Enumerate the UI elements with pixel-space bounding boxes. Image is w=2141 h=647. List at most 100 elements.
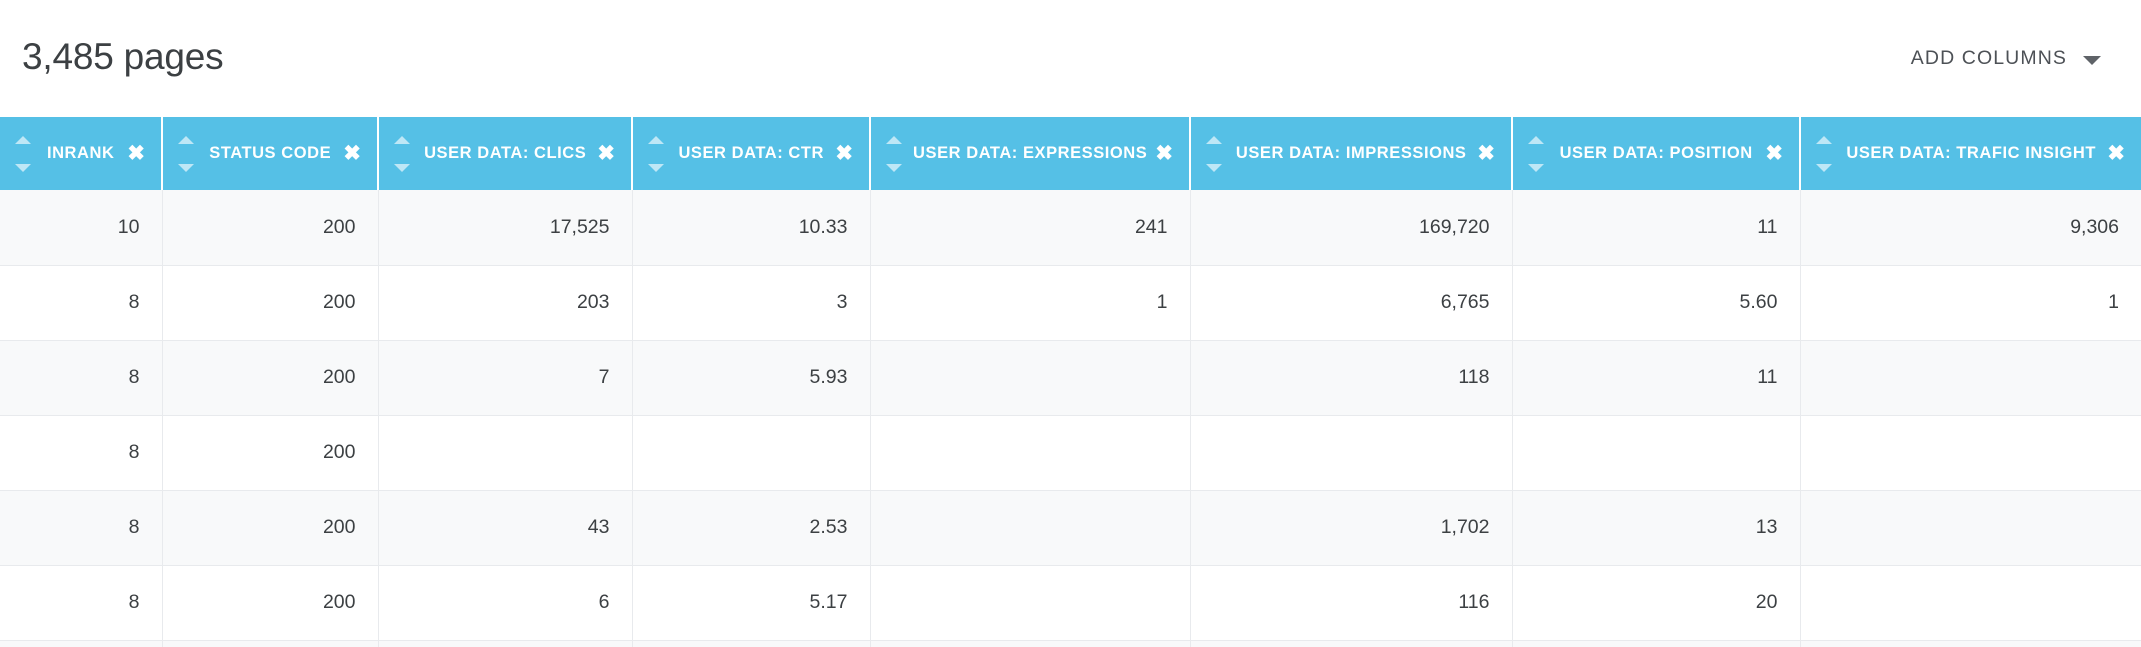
table-cell: 7: [378, 340, 633, 416]
table-cell: 200: [162, 340, 379, 416]
column-header-inner: USER DATA: IMPRESSIONS ✖: [1191, 117, 1511, 190]
sort-control[interactable]: [1201, 135, 1227, 172]
column-header-label: USER DATA: CTR: [678, 144, 824, 162]
sort-descending-icon[interactable]: [886, 163, 902, 172]
table-cell: 6,765: [1190, 265, 1513, 341]
column-header-inner: INRANK ✖: [0, 117, 161, 190]
sort-control[interactable]: [1523, 135, 1549, 172]
remove-column-icon[interactable]: ✖: [125, 143, 147, 164]
chevron-down-icon: [2083, 55, 2101, 65]
table-row[interactable]: 10 200 17,525 10.33 241 169,720 11 9,306: [0, 190, 2141, 266]
sort-descending-icon[interactable]: [178, 163, 194, 172]
table-cell: 8: [0, 340, 163, 416]
sort-descending-icon[interactable]: [648, 163, 664, 172]
sort-descending-icon[interactable]: [394, 163, 410, 172]
table-cell: 9,306: [1800, 190, 2141, 266]
table-cell: 8: [0, 640, 163, 647]
table-cell: 116: [1190, 565, 1513, 641]
table-cell: 200: [162, 190, 379, 266]
remove-column-icon[interactable]: ✖: [1475, 143, 1497, 164]
table-cell: [870, 490, 1191, 566]
table-cell: 11: [1512, 190, 1801, 266]
column-header[interactable]: USER DATA: CTR ✖: [632, 117, 871, 190]
table-header-row: INRANK ✖ STATUS CODE ✖ USER DATA: CLICS ✖ USER…: [0, 117, 2141, 190]
table-cell: [870, 640, 1191, 647]
table-cell: [1800, 640, 2141, 647]
column-header[interactable]: INRANK ✖: [0, 117, 163, 190]
column-header-label: USER DATA: TRAFIC INSIGHT: [1846, 144, 2096, 162]
sort-control[interactable]: [389, 135, 415, 172]
table-cell: [1800, 565, 2141, 641]
table-cell: 5.17: [632, 565, 871, 641]
column-header[interactable]: USER DATA: EXPRESSIONS ✖: [870, 117, 1191, 190]
add-columns-label: ADD COLUMNS: [1910, 47, 2067, 69]
table-cell: 200: [162, 565, 379, 641]
column-header[interactable]: USER DATA: TRAFIC INSIGHT ✖: [1800, 117, 2141, 190]
column-header-inner: USER DATA: CLICS ✖: [379, 117, 631, 190]
table-cell: 1: [1800, 265, 2141, 341]
sort-control[interactable]: [173, 135, 199, 172]
remove-column-icon[interactable]: ✖: [595, 143, 617, 164]
table-cell: [1190, 415, 1513, 491]
table-cell: 118: [1190, 340, 1513, 416]
table-cell: [870, 565, 1191, 641]
table-cell: 11: [1512, 340, 1801, 416]
table-cell: 2.53: [632, 490, 871, 566]
table-cell: 1: [870, 265, 1191, 341]
table-row[interactable]: 8200: [0, 415, 2141, 491]
table-cell: 8: [0, 415, 163, 491]
sort-ascending-icon[interactable]: [1528, 135, 1544, 144]
column-header[interactable]: USER DATA: POSITION ✖: [1512, 117, 1801, 190]
remove-column-icon[interactable]: ✖: [1153, 143, 1175, 164]
sort-descending-icon[interactable]: [1816, 163, 1832, 172]
sort-control[interactable]: [10, 135, 36, 172]
sort-control[interactable]: [643, 135, 669, 172]
sort-ascending-icon[interactable]: [648, 135, 664, 144]
table-cell: [1512, 640, 1801, 647]
column-header-inner: STATUS CODE ✖: [163, 117, 377, 190]
sort-descending-icon[interactable]: [1206, 163, 1222, 172]
column-header-inner: USER DATA: EXPRESSIONS ✖: [871, 117, 1189, 190]
table-cell: 8: [0, 565, 163, 641]
table-cell: [870, 340, 1191, 416]
pages-table-screen: 3,485 pages ADD COLUMNS INRANK ✖ STATUS CO…: [0, 0, 2141, 647]
sort-ascending-icon[interactable]: [1816, 135, 1832, 144]
table-cell: 3: [632, 265, 871, 341]
table-cell: [1190, 640, 1513, 647]
table-cell: 5.60: [1512, 265, 1801, 341]
sort-control[interactable]: [1811, 135, 1837, 172]
sort-descending-icon[interactable]: [15, 163, 31, 172]
table-cell: [378, 415, 633, 491]
table-cell: 20: [1512, 565, 1801, 641]
column-header-inner: USER DATA: TRAFIC INSIGHT ✖: [1801, 117, 2141, 190]
remove-column-icon[interactable]: ✖: [833, 143, 855, 164]
remove-column-icon[interactable]: ✖: [2105, 143, 2127, 164]
sort-ascending-icon[interactable]: [1206, 135, 1222, 144]
column-header[interactable]: USER DATA: IMPRESSIONS ✖: [1190, 117, 1513, 190]
sort-control[interactable]: [881, 135, 907, 172]
table-cell: 17,525: [378, 190, 633, 266]
sort-ascending-icon[interactable]: [886, 135, 902, 144]
table-row[interactable]: 8 200 203 3 1 6,765 5.60 1: [0, 265, 2141, 341]
column-header-inner: USER DATA: POSITION ✖: [1513, 117, 1799, 190]
table-row[interactable]: 8200: [0, 640, 2141, 647]
sort-ascending-icon[interactable]: [15, 135, 31, 144]
table-row[interactable]: 8 200 43 2.53 1,702 13: [0, 490, 2141, 566]
remove-column-icon[interactable]: ✖: [1763, 143, 1785, 164]
sort-ascending-icon[interactable]: [394, 135, 410, 144]
column-header[interactable]: STATUS CODE ✖: [162, 117, 379, 190]
table-cell: 43: [378, 490, 633, 566]
table-cell: 10: [0, 190, 163, 266]
table-cell: [870, 415, 1191, 491]
add-columns-button[interactable]: ADD COLUMNS: [1901, 39, 2111, 78]
table-scroll-region[interactable]: INRANK ✖ STATUS CODE ✖ USER DATA: CLICS ✖ USER…: [0, 117, 2141, 647]
column-header-label: USER DATA: CLICS: [424, 144, 587, 162]
remove-column-icon[interactable]: ✖: [341, 143, 363, 164]
table-row[interactable]: 8 200 6 5.17 116 20: [0, 565, 2141, 641]
sort-descending-icon[interactable]: [1528, 163, 1544, 172]
column-header-label: INRANK: [46, 144, 115, 162]
column-header[interactable]: USER DATA: CLICS ✖: [378, 117, 633, 190]
sort-ascending-icon[interactable]: [178, 135, 194, 144]
table-cell: [1800, 415, 2141, 491]
table-row[interactable]: 8 200 7 5.93 118 11: [0, 340, 2141, 416]
